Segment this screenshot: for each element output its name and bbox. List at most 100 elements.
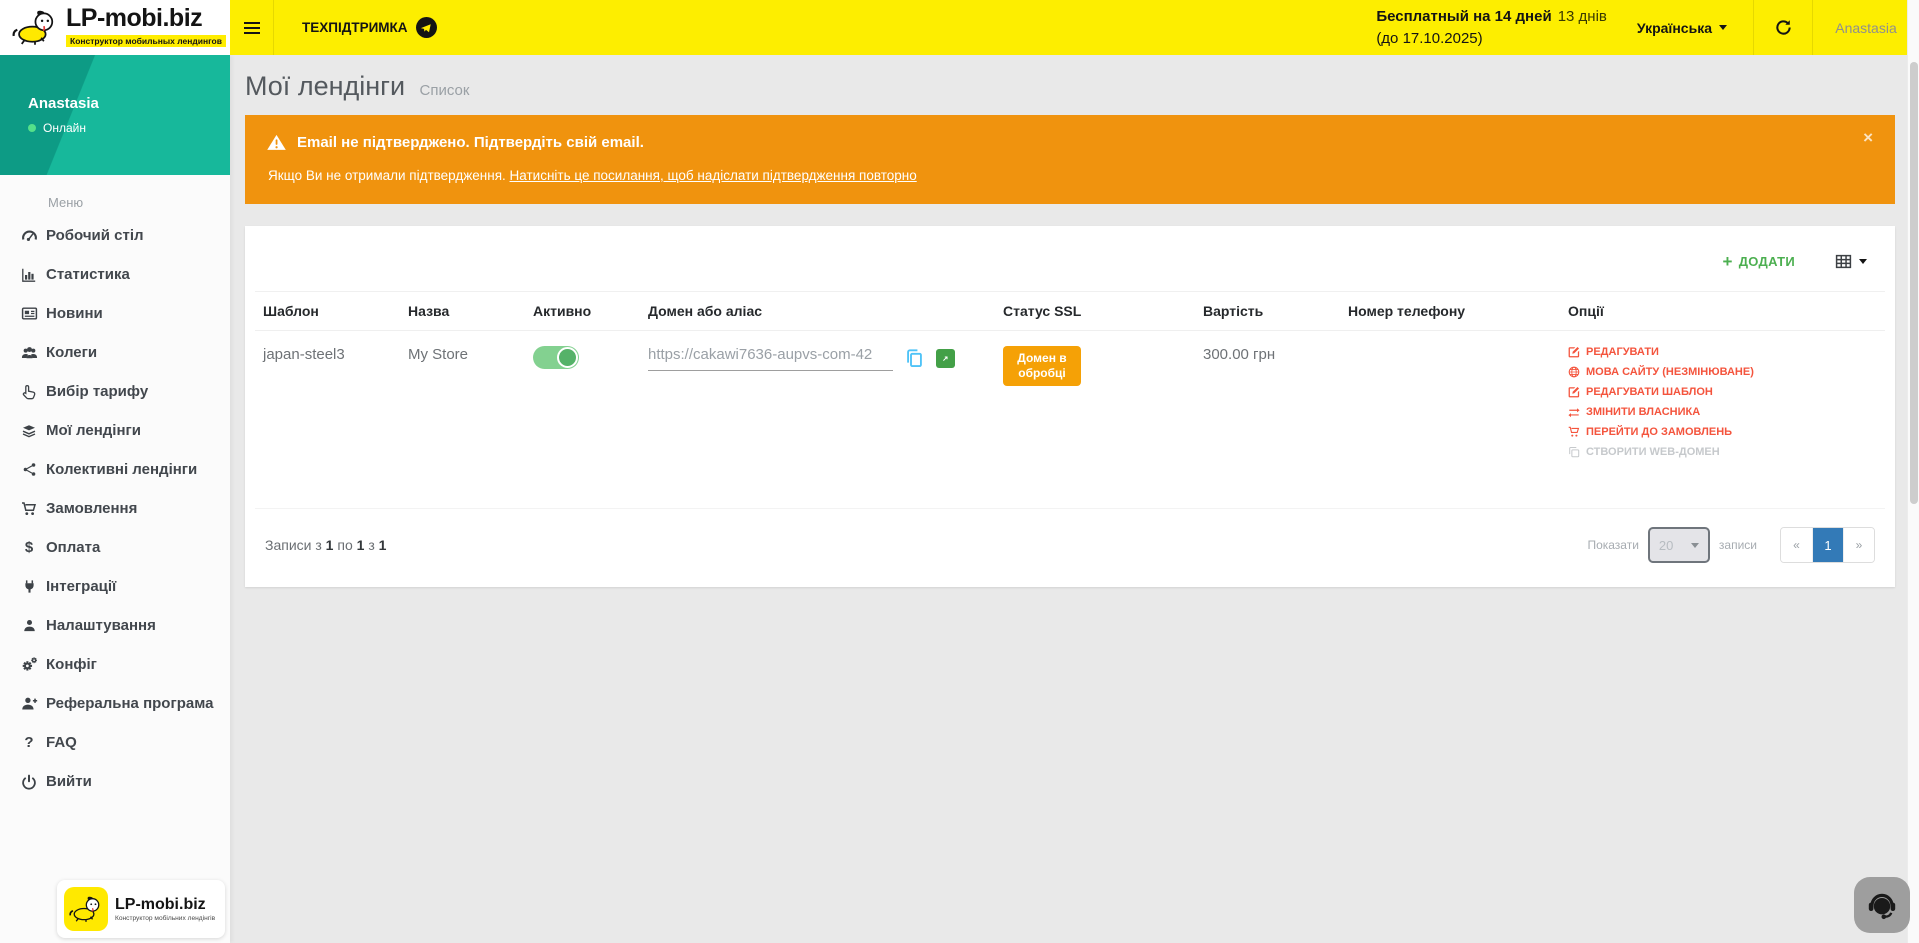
- alert-close-button[interactable]: ×: [1857, 128, 1879, 147]
- domain-cell: [640, 331, 995, 509]
- pager-prev-button[interactable]: «: [1781, 528, 1812, 562]
- page-scrollbar[interactable]: [1907, 0, 1919, 943]
- language-selector[interactable]: Українська: [1637, 20, 1727, 36]
- option-edit-template[interactable]: РЕДАГУВАТИ ШАБЛОН: [1568, 386, 1877, 398]
- logo-title: LP-mobi.biz: [66, 4, 202, 32]
- app-logo[interactable]: LP-mobi.biz Конструктор мобильных лендин…: [0, 0, 230, 55]
- main-content: Мої лендінги Список Email не підтверджен…: [230, 55, 1919, 943]
- sidebar-item-settings[interactable]: Налаштування: [0, 606, 230, 645]
- sidebar-user-name: Anastasia: [28, 95, 230, 112]
- col-header-active: Активно: [525, 292, 640, 331]
- sidebar-item-collective-landings[interactable]: Колективні лендінги: [0, 450, 230, 489]
- scrollbar-thumb[interactable]: [1910, 62, 1918, 504]
- page-size-select[interactable]: 20: [1648, 527, 1710, 563]
- layers-icon: [18, 423, 40, 439]
- chevron-down-icon: [1691, 543, 1699, 548]
- trial-days-left: 13 днів: [1558, 8, 1607, 25]
- sidebar-item-integrations[interactable]: Інтеграції: [0, 567, 230, 606]
- refresh-button[interactable]: [1754, 0, 1812, 55]
- users-icon: [18, 344, 40, 361]
- share-icon: [18, 462, 40, 477]
- online-status-dot: [28, 124, 36, 132]
- option-go-to-orders[interactable]: ПЕРЕЙТИ ДО ЗАМОВЛЕНЬ: [1568, 426, 1877, 438]
- resend-confirmation-link[interactable]: Натисніть це посилання, щоб надіслати пі…: [510, 168, 917, 183]
- footer-logo-subtitle: Конструктор мобільних лендінгів: [115, 915, 215, 922]
- sidebar-footer-logo[interactable]: LP-mobi.biz Конструктор мобільних лендін…: [57, 880, 225, 938]
- sidebar-item-colleagues[interactable]: Колеги: [0, 333, 230, 372]
- show-label: Показати: [1587, 538, 1638, 552]
- records-summary: Записи з 1 по 1 з 1: [265, 537, 386, 553]
- sidebar-item-statistics[interactable]: Статистика: [0, 255, 230, 294]
- gears-icon: [18, 656, 40, 673]
- newspaper-icon: [18, 305, 40, 322]
- pager-page-1[interactable]: 1: [1812, 528, 1843, 562]
- price-cell: 300.00 грн: [1195, 331, 1340, 509]
- active-cell: [525, 331, 640, 509]
- sidebar-item-logout[interactable]: Вийти: [0, 762, 230, 801]
- sidebar-item-referral[interactable]: Реферальна програма: [0, 684, 230, 723]
- records-label: записи: [1719, 538, 1757, 552]
- sidebar-item-my-landings[interactable]: Мої лендінги: [0, 411, 230, 450]
- add-landing-button[interactable]: + ДОДАТИ: [1716, 253, 1801, 270]
- option-edit[interactable]: РЕДАГУВАТИ: [1568, 346, 1877, 358]
- support-chat-button[interactable]: [1854, 877, 1910, 933]
- sidebar-item-news[interactable]: Новини: [0, 294, 230, 333]
- plug-icon: [18, 579, 40, 594]
- col-header-template: Шаблон: [255, 292, 400, 331]
- telegram-icon: [416, 17, 437, 38]
- pager-next-button[interactable]: »: [1843, 528, 1874, 562]
- name-cell: My Store: [400, 331, 525, 509]
- domain-input[interactable]: [648, 346, 893, 371]
- trial-status: Бесплатный на 14 дней13 днів (до 17.10.2…: [1376, 6, 1607, 50]
- power-icon: [18, 774, 40, 790]
- sidebar-user-status: Онлайн: [43, 121, 86, 135]
- logo-subtitle: Конструктор мобильных лендингов: [66, 35, 226, 47]
- alert-text: Якщо Ви не отримали підтвердження.: [268, 168, 510, 183]
- sidebar-toggle-button[interactable]: [230, 0, 274, 55]
- phone-cell: [1340, 331, 1560, 509]
- menu-section-label: Меню: [0, 175, 230, 216]
- sidebar-item-faq[interactable]: ? FAQ: [0, 723, 230, 762]
- sidebar-item-orders[interactable]: Замовлення: [0, 489, 230, 528]
- col-header-name: Назва: [400, 292, 525, 331]
- sidebar-user-panel: Anastasia Онлайн: [0, 55, 230, 175]
- table-header-row: Шаблон Назва Активно Домен або аліас Ста…: [255, 292, 1885, 331]
- option-site-language[interactable]: МОВА САЙТУ (НЕЗМІНЮВАНЕ): [1568, 366, 1877, 378]
- option-create-web-domain[interactable]: СТВОРИТИ WEB-ДОМЕН: [1568, 446, 1877, 458]
- page-header: Мої лендінги Список: [245, 71, 1895, 102]
- pagination: « 1 »: [1780, 527, 1875, 563]
- table-footer: Записи з 1 по 1 з 1 Показати 20 записи «…: [255, 509, 1885, 577]
- page-subtitle: Список: [420, 82, 470, 99]
- ssl-cell: Домен в обробці: [995, 331, 1195, 509]
- landings-table: Шаблон Назва Активно Домен або аліас Ста…: [255, 291, 1885, 509]
- col-header-phone: Номер телефону: [1340, 292, 1560, 331]
- hand-pointer-icon: [18, 384, 40, 400]
- warning-icon: [267, 134, 286, 151]
- plus-icon: +: [1722, 255, 1732, 269]
- column-settings-button[interactable]: [1829, 252, 1873, 271]
- landings-panel: + ДОДАТИ Шаблон На: [245, 226, 1895, 587]
- question-icon: ?: [18, 735, 40, 750]
- user-plus-icon: [18, 695, 40, 712]
- chevron-down-icon: [1719, 25, 1727, 30]
- sidebar-item-tariff[interactable]: Вибір тарифу: [0, 372, 230, 411]
- sidebar: Anastasia Онлайн Меню Робочий стіл Стати…: [0, 55, 230, 943]
- options-cell: РЕДАГУВАТИ МОВА САЙТУ (НЕЗМІНЮВАНЕ) РЕДА…: [1560, 331, 1885, 509]
- trial-plan: Бесплатный на 14 дней: [1376, 8, 1551, 25]
- open-landing-button[interactable]: [936, 349, 955, 368]
- support-link[interactable]: ТЕХПІДТРИМКА: [302, 17, 437, 38]
- sidebar-item-config[interactable]: Конфіг: [0, 645, 230, 684]
- active-toggle[interactable]: [533, 346, 579, 369]
- headset-icon: [1866, 889, 1898, 921]
- col-header-options: Опції: [1560, 292, 1885, 331]
- copy-domain-button[interactable]: [904, 348, 925, 369]
- col-header-price: Вартість: [1195, 292, 1340, 331]
- footer-logo-title: LP-mobi.biz: [115, 896, 215, 914]
- sidebar-item-dashboard[interactable]: Робочий стіл: [0, 216, 230, 255]
- page-title: Мої лендінги: [245, 71, 405, 101]
- sidebar-item-payment[interactable]: $ Оплата: [0, 528, 230, 567]
- language-label: Українська: [1637, 20, 1712, 36]
- option-change-owner[interactable]: ЗМІНИТИ ВЛАСНИКА: [1568, 406, 1877, 418]
- account-menu[interactable]: Anastasia: [1813, 0, 1919, 55]
- cart-icon: [18, 501, 40, 517]
